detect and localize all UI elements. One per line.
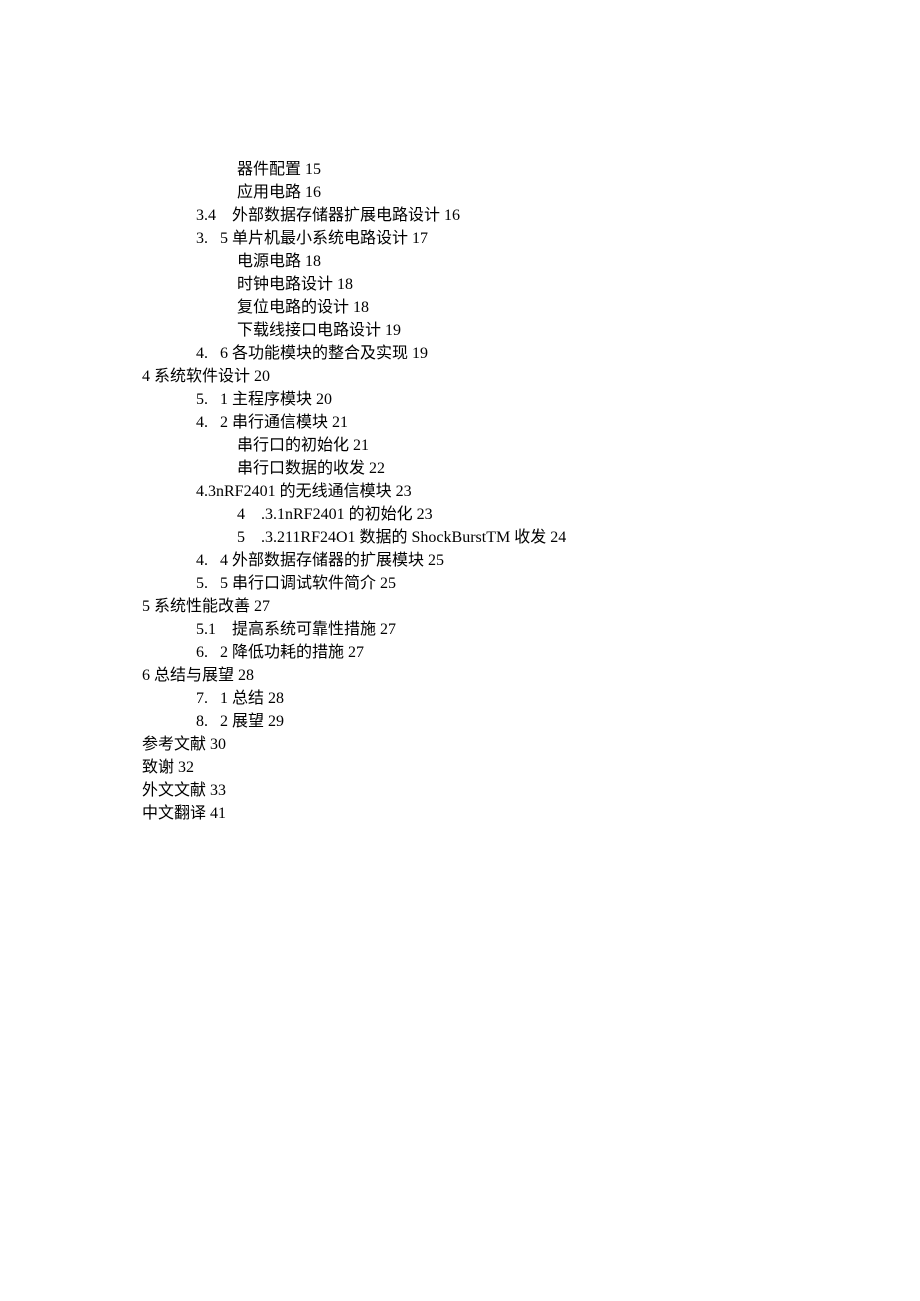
toc-line: 4. 2 串行通信模块 21 bbox=[142, 411, 800, 434]
toc-line: 串行口的初始化 21 bbox=[142, 434, 800, 457]
toc-line: 复位电路的设计 18 bbox=[142, 296, 800, 319]
toc-line: 下载线接口电路设计 19 bbox=[142, 319, 800, 342]
toc-line: 中文翻译 41 bbox=[142, 802, 800, 825]
toc-line: 器件配置 15 bbox=[142, 158, 800, 181]
toc-body: 器件配置 15应用电路 163.4 外部数据存储器扩展电路设计 163. 5 单… bbox=[142, 158, 800, 825]
toc-line: 外文文献 33 bbox=[142, 779, 800, 802]
toc-line: 时钟电路设计 18 bbox=[142, 273, 800, 296]
toc-line: 参考文献 30 bbox=[142, 733, 800, 756]
toc-line: 5.1 提高系统可靠性措施 27 bbox=[142, 618, 800, 641]
toc-line: 4. 4 外部数据存储器的扩展模块 25 bbox=[142, 549, 800, 572]
toc-line: 应用电路 16 bbox=[142, 181, 800, 204]
toc-line: 4.3nRF2401 的无线通信模块 23 bbox=[142, 480, 800, 503]
toc-line: 3. 5 单片机最小系统电路设计 17 bbox=[142, 227, 800, 250]
toc-line: 5. 1 主程序模块 20 bbox=[142, 388, 800, 411]
toc-line: 6. 2 降低功耗的措施 27 bbox=[142, 641, 800, 664]
toc-line: 5 系统性能改善 27 bbox=[142, 595, 800, 618]
toc-line: 8. 2 展望 29 bbox=[142, 710, 800, 733]
toc-line: 串行口数据的收发 22 bbox=[142, 457, 800, 480]
toc-line: 5 .3.211RF24O1 数据的 ShockBurstTM 收发 24 bbox=[142, 526, 800, 549]
toc-line: 4 系统软件设计 20 bbox=[142, 365, 800, 388]
toc-line: 3.4 外部数据存储器扩展电路设计 16 bbox=[142, 204, 800, 227]
toc-line: 电源电路 18 bbox=[142, 250, 800, 273]
toc-line: 5. 5 串行口调试软件简介 25 bbox=[142, 572, 800, 595]
toc-line: 4. 6 各功能模块的整合及实现 19 bbox=[142, 342, 800, 365]
toc-line: 致谢 32 bbox=[142, 756, 800, 779]
toc-line: 6 总结与展望 28 bbox=[142, 664, 800, 687]
toc-line: 7. 1 总结 28 bbox=[142, 687, 800, 710]
toc-line: 4 .3.1nRF2401 的初始化 23 bbox=[142, 503, 800, 526]
document-page: 器件配置 15应用电路 163.4 外部数据存储器扩展电路设计 163. 5 单… bbox=[0, 0, 920, 1301]
